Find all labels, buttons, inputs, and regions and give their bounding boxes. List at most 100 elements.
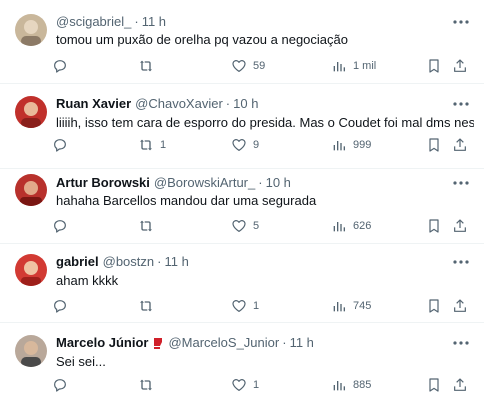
views-button[interactable]: 999: [331, 135, 371, 155]
share-button[interactable]: [452, 216, 468, 236]
tweet[interactable]: Marcelo Júnior @MarceloS_Junior · 11 h S…: [0, 323, 484, 412]
tweet[interactable]: @scigabriel_ · 11 h tomou um puxão de or…: [0, 0, 484, 84]
timestamp[interactable]: 11 h: [290, 335, 314, 351]
avatar[interactable]: [15, 174, 47, 206]
share-icon: [452, 377, 468, 393]
views-icon: [331, 377, 347, 393]
tweet[interactable]: Artur Borowski @BorowskiArtur_ · 10 h ha…: [0, 169, 484, 244]
bookmark-button[interactable]: [426, 375, 442, 395]
views-count: 999: [353, 139, 372, 151]
reply-icon: [52, 377, 68, 393]
like-icon: [231, 377, 247, 393]
tweet[interactable]: Ruan Xavier @ChavoXavier · 10 h liiiih, …: [0, 84, 484, 169]
bookmark-icon: [426, 298, 442, 314]
like-button[interactable]: 1: [231, 296, 259, 316]
separator-dot: ·: [225, 96, 231, 111]
reply-icon: [52, 218, 68, 234]
retweet-icon: [138, 137, 154, 153]
user-name[interactable]: Artur Borowski: [56, 175, 150, 191]
share-icon: [452, 218, 468, 234]
share-button[interactable]: [452, 135, 468, 155]
separator-dot: ·: [157, 254, 162, 269]
reply-icon: [52, 58, 68, 74]
retweet-button[interactable]: [138, 216, 160, 236]
share-button[interactable]: [452, 296, 468, 316]
like-icon: [231, 58, 247, 74]
share-button[interactable]: [452, 375, 468, 395]
avatar[interactable]: [15, 14, 47, 46]
tweet-text: hahaha Barcellos mandou dar uma segurada: [56, 193, 317, 208]
like-icon: [231, 218, 247, 234]
bookmark-button[interactable]: [426, 56, 442, 76]
views-button[interactable]: 1 mil: [331, 56, 376, 76]
views-button[interactable]: 745: [331, 296, 371, 316]
tweet-text: Sei sei...: [56, 354, 106, 369]
share-icon: [452, 137, 468, 153]
tweet-text: aham kkkk: [56, 273, 119, 288]
reply-icon: [52, 298, 68, 314]
reply-button[interactable]: [52, 296, 74, 316]
retweet-button[interactable]: [138, 375, 160, 395]
like-count: 1: [253, 379, 260, 391]
more-icon[interactable]: [452, 175, 470, 191]
views-count: 885: [353, 379, 372, 391]
retweet-icon: [138, 377, 154, 393]
user-handle[interactable]: @MarceloS_Junior: [168, 335, 279, 351]
more-icon[interactable]: [452, 254, 470, 270]
user-handle[interactable]: @BorowskiArtur_: [154, 175, 255, 191]
reply-button[interactable]: [52, 216, 74, 236]
bookmark-button[interactable]: [426, 216, 442, 236]
views-icon: [331, 58, 347, 74]
avatar[interactable]: [15, 254, 47, 286]
bookmark-icon: [426, 377, 442, 393]
views-count: 1 mil: [353, 60, 377, 72]
like-button[interactable]: 9: [231, 135, 259, 155]
timestamp[interactable]: 10 h: [266, 175, 291, 191]
like-button[interactable]: 5: [231, 216, 259, 236]
user-name[interactable]: Marcelo Júnior: [56, 335, 148, 351]
bookmark-button[interactable]: [426, 135, 442, 155]
more-icon[interactable]: [452, 96, 470, 112]
affiliation-badge-icon: [152, 337, 164, 349]
views-button[interactable]: 885: [331, 375, 371, 395]
retweet-icon: [138, 218, 154, 234]
user-name[interactable]: gabriel: [56, 254, 99, 270]
retweet-count: 1: [160, 139, 167, 151]
share-button[interactable]: [452, 56, 468, 76]
user-name[interactable]: Ruan Xavier: [56, 96, 131, 112]
like-button[interactable]: 59: [231, 56, 265, 76]
tweet-text: liiiih, isso tem cara de esporro do pres…: [56, 115, 474, 130]
separator-dot: ·: [282, 335, 287, 350]
timestamp[interactable]: 11 h: [164, 254, 188, 270]
avatar[interactable]: [15, 96, 47, 128]
timestamp[interactable]: 10 h: [233, 96, 258, 112]
tweet-text: tomou um puxão de orelha pq vazou a nego…: [56, 32, 348, 47]
retweet-button[interactable]: 1: [138, 135, 166, 155]
user-handle[interactable]: @bostzn: [103, 254, 155, 270]
avatar[interactable]: [15, 335, 47, 367]
reply-button[interactable]: [52, 56, 74, 76]
retweet-icon: [138, 298, 154, 314]
more-icon[interactable]: [452, 14, 470, 30]
share-icon: [452, 58, 468, 74]
retweet-button[interactable]: [138, 296, 160, 316]
reply-button[interactable]: [52, 375, 74, 395]
share-icon: [452, 298, 468, 314]
reply-button[interactable]: [52, 135, 74, 155]
tweet[interactable]: gabriel @bostzn · 11 h aham kkkk 1 745: [0, 244, 484, 323]
like-count: 1: [253, 300, 260, 312]
more-icon[interactable]: [452, 335, 470, 351]
views-button[interactable]: 626: [331, 216, 371, 236]
separator-dot: ·: [258, 175, 263, 190]
bookmark-icon: [426, 58, 442, 74]
retweet-button[interactable]: [138, 56, 160, 76]
bookmark-icon: [426, 218, 442, 234]
user-handle[interactable]: @scigabriel_: [56, 14, 131, 30]
views-icon: [331, 218, 347, 234]
like-button[interactable]: 1: [231, 375, 259, 395]
bookmark-button[interactable]: [426, 296, 442, 316]
user-handle[interactable]: @ChavoXavier: [135, 96, 223, 112]
retweet-icon: [138, 58, 154, 74]
timestamp[interactable]: 11 h: [142, 14, 166, 30]
separator-dot: ·: [134, 14, 139, 29]
